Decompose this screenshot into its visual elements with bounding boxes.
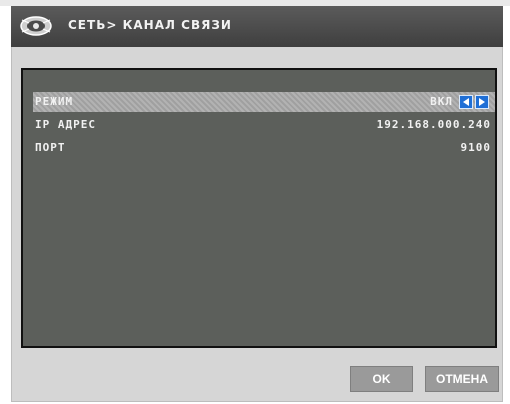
setting-label: IP АДРЕС [35, 118, 96, 131]
page-title: СЕТЬ> КАНАЛ СВЯЗИ [68, 18, 232, 32]
dvr-logo-icon [19, 14, 53, 38]
ok-button[interactable]: OK [350, 366, 413, 392]
arrow-left-icon[interactable] [459, 95, 473, 109]
title-bar: СЕТЬ> КАНАЛ СВЯЗИ [11, 6, 503, 47]
setting-value: 9100 [460, 141, 491, 154]
network-settings-dialog: СЕТЬ> КАНАЛ СВЯЗИ РЕЖИМ ВКЛ IP АДРЕС 192… [11, 6, 503, 402]
setting-label: РЕЖИМ [35, 95, 74, 108]
setting-value: 192.168.000.240 [376, 118, 491, 131]
cancel-button[interactable]: ОТМЕНА [425, 366, 499, 392]
setting-row-ip-address[interactable]: IP АДРЕС 192.168.000.240 [33, 115, 495, 135]
setting-row-mode[interactable]: РЕЖИМ ВКЛ [33, 92, 495, 112]
setting-row-port[interactable]: ПОРТ 9100 [33, 138, 495, 158]
setting-value: ВКЛ [430, 95, 453, 108]
setting-label: ПОРТ [35, 141, 66, 154]
settings-panel: РЕЖИМ ВКЛ IP АДРЕС 192.168.000.240 ПОРТ … [21, 68, 497, 348]
arrow-right-icon[interactable] [475, 95, 489, 109]
